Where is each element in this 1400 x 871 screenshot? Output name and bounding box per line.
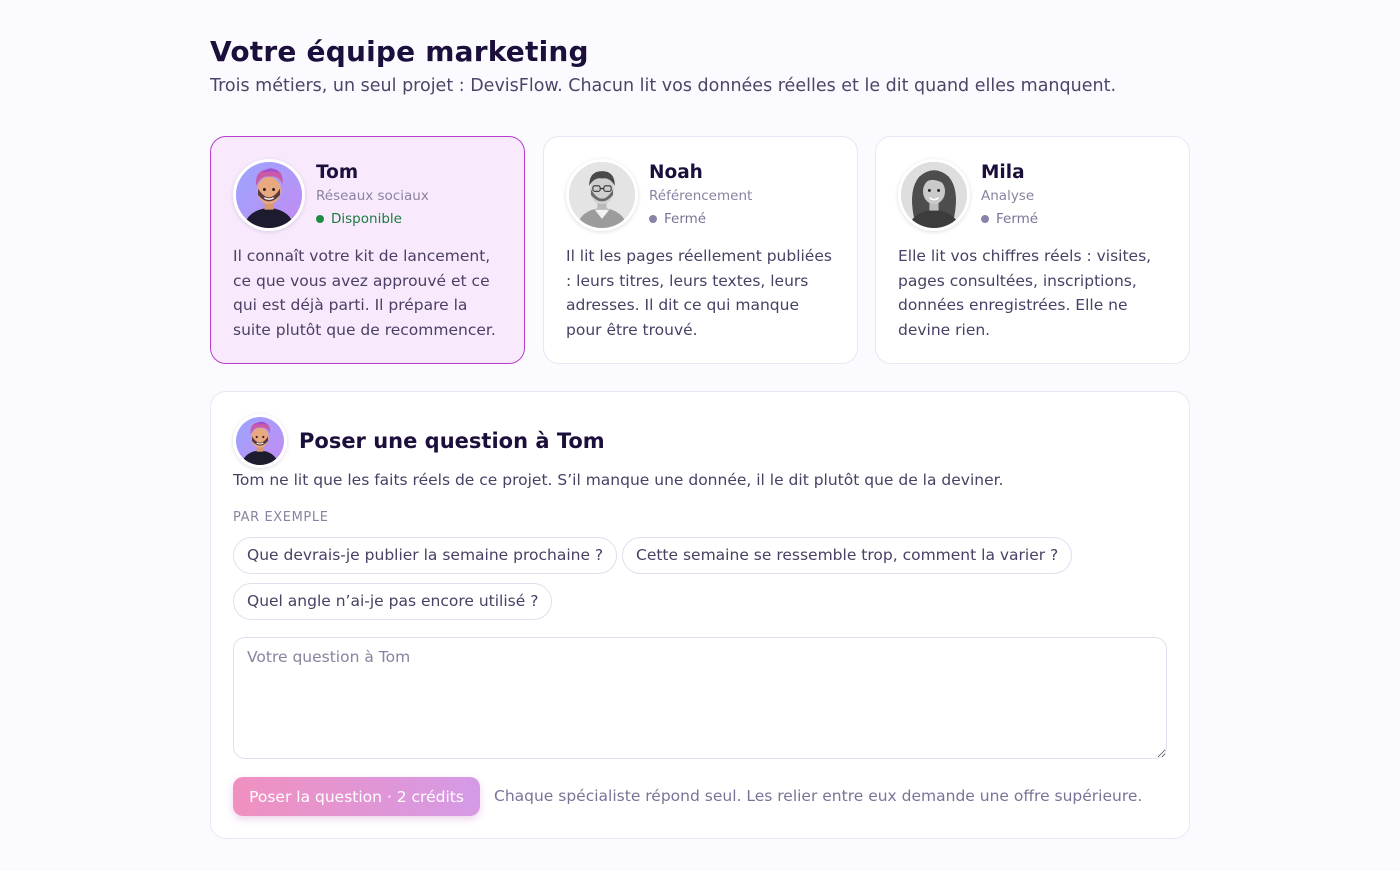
- ask-question-panel: Poser une question à Tom Tom ne lit que …: [210, 391, 1190, 839]
- status-badge: Disponible: [316, 209, 429, 229]
- examples-label: PAR EXEMPLE: [233, 510, 329, 525]
- member-role: Analyse: [981, 188, 1035, 204]
- card-header: Mila Analyse Fermé: [898, 159, 1167, 231]
- card-meta: Tom Réseaux sociaux Disponible: [316, 159, 429, 229]
- status-badge: Fermé: [649, 209, 752, 229]
- footnote: Chaque spécialiste répond seul. Les reli…: [494, 787, 1143, 805]
- panel-title: Poser une question à Tom: [299, 429, 605, 453]
- status-dot-icon: [649, 215, 657, 223]
- status-label: Fermé: [996, 211, 1039, 227]
- member-description: Elle lit vos chiffres réels : visites, p…: [898, 247, 1152, 339]
- member-description: Il connaît votre kit de lancement, ce qu…: [233, 247, 496, 339]
- panel-header: Poser une question à Tom: [233, 414, 605, 468]
- status-label: Fermé: [664, 211, 707, 227]
- card-meta: Noah Référencement Fermé: [649, 159, 752, 229]
- member-name: Noah: [649, 162, 703, 183]
- team-cards: Tom Réseaux sociaux Disponible Il connaî…: [210, 136, 1190, 364]
- team-card-noah[interactable]: Noah Référencement Fermé Il lit les page…: [543, 136, 858, 364]
- status-badge: Fermé: [981, 209, 1038, 229]
- avatar-tom: [233, 414, 287, 468]
- member-role: Réseaux sociaux: [316, 188, 429, 204]
- team-card-mila[interactable]: Mila Analyse Fermé Elle lit vos chiffres…: [875, 136, 1190, 364]
- avatar-tom: [233, 159, 305, 231]
- submit-question-button[interactable]: Poser la question · 2 crédits: [233, 777, 480, 816]
- example-chip[interactable]: Que devrais-je publier la semaine procha…: [233, 537, 618, 574]
- page-title: Votre équipe marketing: [210, 35, 589, 68]
- status-dot-icon: [981, 215, 989, 223]
- avatar-noah: [566, 159, 638, 231]
- question-input[interactable]: [233, 637, 1167, 759]
- member-name: Mila: [981, 162, 1025, 183]
- member-role: Référencement: [649, 188, 753, 204]
- card-meta: Mila Analyse Fermé: [981, 159, 1038, 229]
- example-chip[interactable]: Quel angle n’ai-je pas encore utilisé ?: [233, 583, 553, 620]
- page-subtitle: Trois métiers, un seul projet : DevisFlo…: [210, 76, 1117, 96]
- member-description: Il lit les pages réellement publiées : l…: [566, 247, 832, 339]
- team-card-tom[interactable]: Tom Réseaux sociaux Disponible Il connaî…: [210, 136, 525, 364]
- example-chip[interactable]: Cette semaine se ressemble trop, comment…: [622, 537, 1073, 574]
- member-name: Tom: [316, 162, 359, 183]
- status-dot-icon: [316, 215, 324, 223]
- card-header: Noah Référencement Fermé: [566, 159, 835, 231]
- card-header: Tom Réseaux sociaux Disponible: [233, 159, 502, 231]
- panel-description: Tom ne lit que les faits réels de ce pro…: [233, 471, 1004, 489]
- avatar-mila: [898, 159, 970, 231]
- status-label: Disponible: [331, 211, 402, 227]
